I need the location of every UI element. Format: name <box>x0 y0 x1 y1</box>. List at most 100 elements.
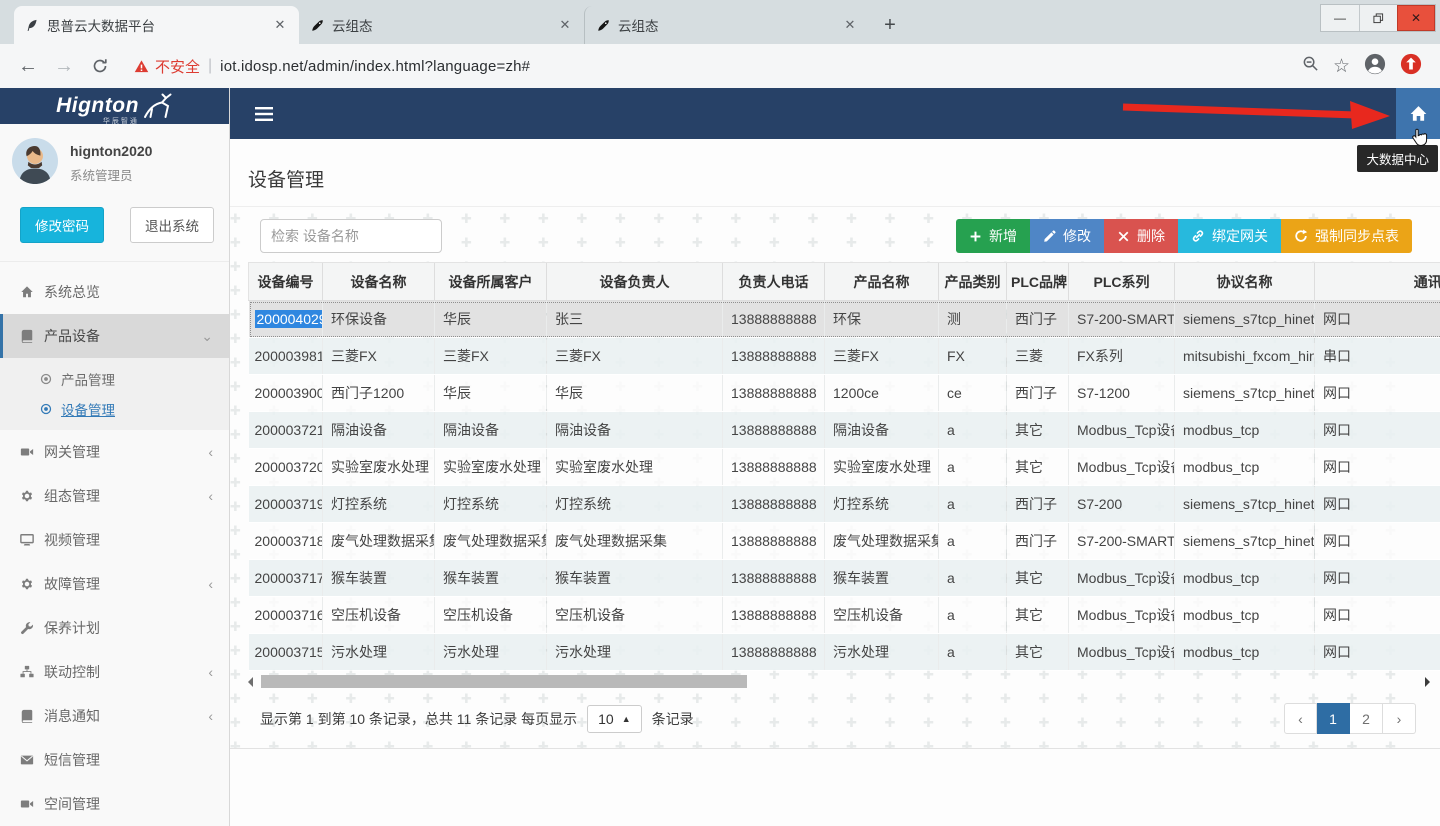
avatar[interactable] <box>12 138 58 189</box>
table-row[interactable]: 200003981三菱FX三菱FX三菱FX13888888888三菱FXFX三菱… <box>249 338 1440 375</box>
url-bar[interactable]: 不安全 | iot.idosp.net/admin/index.html?lan… <box>120 50 1298 82</box>
column-header[interactable]: 设备名称 <box>323 263 435 301</box>
table-cell: 实验室废水处理 <box>825 449 939 486</box>
table-row[interactable]: 200003715污水处理污水处理污水处理13888888888污水处理a其它M… <box>249 634 1440 671</box>
scroll-right-icon[interactable] <box>1425 677 1430 687</box>
close-button[interactable]: ✕ <box>1397 5 1435 31</box>
table-cell: S7-200-SMART <box>1069 301 1175 338</box>
pager-page-2[interactable]: 2 <box>1350 703 1383 734</box>
table-cell: 西门子 <box>1007 486 1069 523</box>
chevron-left-icon: ‹ <box>208 664 213 680</box>
forward-button[interactable]: → <box>48 50 80 82</box>
table-row[interactable]: 200003718废气处理数据采集废气处理数据采集废气处理数据采集1388888… <box>249 523 1440 560</box>
change-password-button[interactable]: 修改密码 <box>20 207 104 243</box>
table-cell: a <box>939 412 1007 449</box>
browser-update-icon[interactable] <box>1400 53 1422 80</box>
table-row[interactable]: 200003717猴车装置猴车装置猴车装置13888888888猴车装置a其它M… <box>249 560 1440 597</box>
table-cell: 网口 <box>1315 375 1440 412</box>
page-size-dropdown[interactable]: 10 ▲ <box>587 705 642 733</box>
column-header[interactable]: 产品类别 <box>939 263 1007 301</box>
sidebar-item-sms[interactable]: 短信管理 <box>0 738 229 782</box>
plus-icon <box>969 230 982 243</box>
table-row[interactable]: 200003720实验室废水处理实验室废水处理实验室废水处理1388888888… <box>249 449 1440 486</box>
pager-page-1[interactable]: 1 <box>1317 703 1350 734</box>
sidebar-item-label: 故障管理 <box>44 574 208 594</box>
table-cell: 其它 <box>1007 560 1069 597</box>
table-row[interactable]: 200003721隔油设备隔油设备隔油设备13888888888隔油设备a其它M… <box>249 412 1440 449</box>
pager-prev[interactable]: ‹ <box>1284 703 1317 734</box>
menu-toggle-button[interactable] <box>244 94 284 134</box>
column-header[interactable]: 通讯方式 <box>1315 263 1440 301</box>
sidebar-item-video[interactable]: 视频管理 <box>0 518 229 562</box>
wrench-icon <box>20 621 44 635</box>
pager-next[interactable]: › <box>1383 703 1416 734</box>
delete-button[interactable]: 删除 <box>1104 219 1178 253</box>
table-row[interactable]: 200003716空压机设备空压机设备空压机设备13888888888空压机设备… <box>249 597 1440 634</box>
table-cell: 网口 <box>1315 449 1440 486</box>
bigdata-center-button[interactable] <box>1396 88 1440 139</box>
tab-close-icon[interactable]: ✕ <box>271 16 289 34</box>
column-header[interactable]: 设备所属客户 <box>435 263 547 301</box>
new-tab-button[interactable]: + <box>875 10 905 40</box>
main-content: 设备管理 ✚ ✚ ✚ ✚ ✚ ✚ ✚ ✚ ✚ ✚ ✚ ✚ ✚ ✚ ✚ ✚ ✚ ✚… <box>230 139 1440 826</box>
browser-tab[interactable]: 云组态✕ <box>299 6 584 44</box>
sidebar-item-linkage[interactable]: 联动控制‹ <box>0 650 229 694</box>
logout-button[interactable]: 退出系统 <box>130 207 214 243</box>
logo: Hignton 华辰智通 <box>0 88 229 124</box>
sidebar-item-gateway[interactable]: 网关管理‹ <box>0 430 229 474</box>
browser-tab[interactable]: 思普云大数据平台✕ <box>14 6 299 44</box>
security-warning[interactable]: 不安全 <box>134 56 200 77</box>
horizontal-scrollbar[interactable] <box>248 674 1430 691</box>
table-row[interactable]: 200003719灯控系统灯控系统灯控系统13888888888灯控系统a西门子… <box>249 486 1440 523</box>
column-header[interactable]: 产品名称 <box>825 263 939 301</box>
column-header[interactable]: 设备编号 <box>249 263 323 301</box>
restore-icon <box>1373 13 1384 24</box>
minimize-button[interactable]: — <box>1321 5 1359 31</box>
tab-close-icon[interactable]: ✕ <box>556 16 574 34</box>
sidebar-item-message[interactable]: 消息通知‹ <box>0 694 229 738</box>
column-header[interactable]: PLC品牌 <box>1007 263 1069 301</box>
table-cell: 张三 <box>547 301 723 338</box>
table-cell: mitsubishi_fxcom_hinet <box>1175 338 1315 375</box>
table-cell: 三菱FX <box>435 338 547 375</box>
table-cell: 污水处理 <box>435 634 547 671</box>
restore-button[interactable] <box>1359 5 1397 31</box>
sync-button[interactable]: 强制同步点表 <box>1281 219 1412 253</box>
back-button[interactable]: ← <box>12 50 44 82</box>
bookmark-star-icon[interactable]: ☆ <box>1333 55 1350 78</box>
sidebar-item-product-mgmt[interactable]: 产品管理 <box>0 364 229 394</box>
page-size-value: 10 <box>598 711 614 727</box>
tab-close-icon[interactable]: ✕ <box>841 16 859 34</box>
profile-avatar-icon[interactable] <box>1364 53 1386 80</box>
sidebar-item-device-mgmt[interactable]: 设备管理 <box>0 394 229 424</box>
table-row[interactable]: 200004029环保设备华辰张三13888888888环保测西门子S7-200… <box>249 301 1440 338</box>
scroll-left-icon[interactable] <box>248 677 253 687</box>
search-input[interactable] <box>260 219 442 253</box>
sidebar-item-space[interactable]: 空间管理 <box>0 782 229 826</box>
table-row[interactable]: 200003900西门子1200华辰华辰138888888881200cece西… <box>249 375 1440 412</box>
tab-strip: 思普云大数据平台✕云组态✕云组态✕+ <box>0 0 1440 44</box>
column-header[interactable]: 负责人电话 <box>723 263 825 301</box>
table-cell: FX系列 <box>1069 338 1175 375</box>
table-body: 200004029环保设备华辰张三13888888888环保测西门子S7-200… <box>249 301 1440 671</box>
sidebar-item-overview[interactable]: 系统总览 <box>0 270 229 314</box>
column-header[interactable]: PLC系列 <box>1069 263 1175 301</box>
column-header[interactable]: 设备负责人 <box>547 263 723 301</box>
browser-tab[interactable]: 云组态✕ <box>584 6 869 44</box>
edit-button[interactable]: 修改 <box>1030 219 1104 253</box>
sidebar-item-fault[interactable]: 故障管理‹ <box>0 562 229 606</box>
table-cell: 华辰 <box>435 301 547 338</box>
table-cell: S7-1200 <box>1069 375 1175 412</box>
sidebar-item-scada[interactable]: 组态管理‹ <box>0 474 229 518</box>
zoom-out-indicator-icon[interactable] <box>1302 55 1319 77</box>
sidebar-item-maintenance[interactable]: 保养计划 <box>0 606 229 650</box>
column-header[interactable]: 协议名称 <box>1175 263 1315 301</box>
sidebar: Hignton 华辰智通 hignton2020 系统管理员 修改密码 退出系 <box>0 88 230 826</box>
bind-button[interactable]: 绑定网关 <box>1178 219 1281 253</box>
add-button[interactable]: 新增 <box>956 219 1030 253</box>
reload-icon <box>92 58 108 74</box>
sidebar-item-products[interactable]: 产品设备⌄ <box>0 314 229 358</box>
scrollbar-thumb[interactable] <box>261 675 747 688</box>
reload-button[interactable] <box>84 50 116 82</box>
chevron-down-icon: ⌄ <box>201 328 213 345</box>
